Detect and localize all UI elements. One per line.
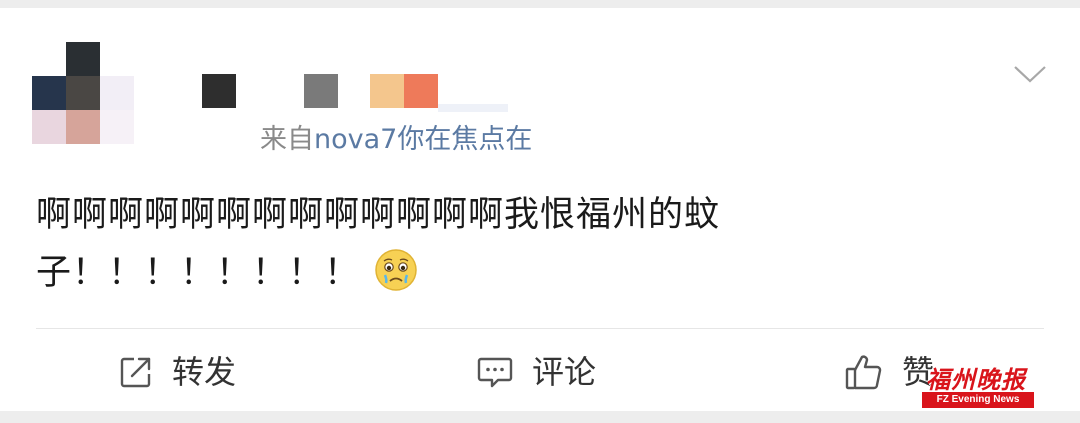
watermark-subtitle: FZ Evening News	[922, 392, 1034, 408]
source-prefix: 来自	[260, 124, 314, 155]
comment-icon	[476, 354, 514, 390]
repost-label: 转发	[172, 353, 237, 391]
avatar-pixelated[interactable]	[32, 42, 138, 144]
post-text-line-2: 子！！！！！！！！	[36, 244, 856, 302]
like-button[interactable]: 赞	[844, 348, 934, 396]
repost-icon	[118, 354, 154, 390]
comment-label: 评论	[532, 353, 597, 391]
crying-face-emoji-icon	[374, 248, 418, 292]
comment-button[interactable]: 评论	[476, 348, 596, 396]
username-pixelated[interactable]	[200, 74, 520, 118]
post-text-line-2-text: 子！！！！！！！！	[36, 253, 361, 293]
newspaper-watermark-logo: 福州晚报 FZ Evening News	[922, 360, 1034, 408]
thumbs-up-icon	[844, 353, 884, 391]
watermark-title: 福州晚报	[926, 365, 1026, 394]
post-text-line-1: 啊啊啊啊啊啊啊啊啊啊啊啊啊我恨福州的蚊	[36, 195, 721, 235]
post-source: 来自nova7你在焦点在	[260, 120, 532, 160]
chevron-down-icon[interactable]	[1012, 62, 1048, 86]
repost-button[interactable]: 转发	[118, 348, 236, 396]
post-content: 啊啊啊啊啊啊啊啊啊啊啊啊啊我恨福州的蚊 子！！！！！！！！	[36, 186, 856, 302]
weibo-post-card: 来自nova7你在焦点在 啊啊啊啊啊啊啊啊啊啊啊啊啊我恨福州的蚊 子！！！！！！…	[0, 8, 1080, 411]
source-device-link[interactable]: nova7你在焦点在	[314, 124, 532, 155]
divider	[36, 328, 1044, 329]
